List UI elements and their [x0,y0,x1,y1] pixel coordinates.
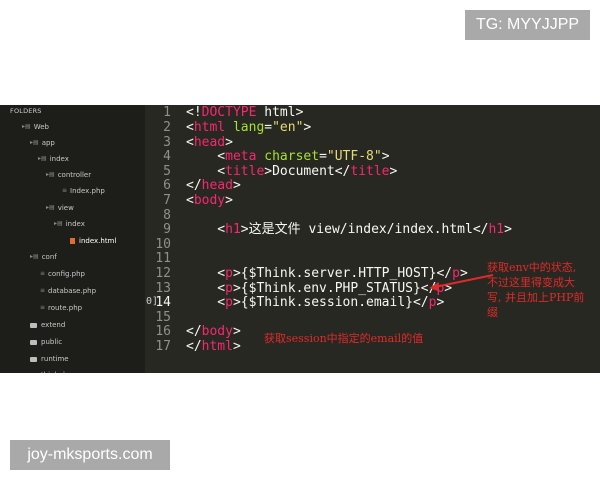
line-number: 17 [155,339,171,354]
tree-item-label: index [65,220,85,228]
folder-icon [30,356,37,362]
tree-item-config-php[interactable]: ≡ config.php [40,268,85,280]
tree-item-label: index [49,155,69,163]
tree-item-label: public [41,338,63,346]
line-number: 11 [155,251,171,267]
line-number: 9 [163,222,171,238]
line-number-current: 14 [155,295,171,311]
line-number: 12 [155,266,171,281]
tree-item-label: app [41,139,55,147]
code-line-14: <p>{$Think.session.email}</p> [186,295,445,311]
line-number: 10 [155,236,171,252]
sidebar: FOLDERS ▸▤ Web ▸▤ app ▸▤ index ▸▤ controller… [0,105,145,373]
line-number: 15 [155,309,171,325]
line-number: 1 [163,105,171,121]
tree-item-route-php[interactable]: ≡ route.php [40,302,82,314]
tree-item-label: index.html [79,237,117,245]
line-number: 5 [163,163,171,179]
code-line-5: <title>Document</title> [186,163,398,179]
tree-item-index-html[interactable]: index.html [70,235,116,247]
html-file-icon [70,238,75,244]
tree-item-app[interactable]: ▸▤ app [30,137,55,149]
code-line-9: <h1>这是文件 view/index/index.html</h1> [186,222,512,238]
tree-item-label: Web [33,123,49,131]
folder-open-icon: ▸▤ [30,139,39,146]
session-annotation: 获取session中指定的email的值 [264,332,424,345]
tree-item-label: conf [41,253,57,261]
line-number: 8 [163,207,171,223]
annotation-line: 缀 [487,306,498,319]
folders-title: FOLDERS [10,107,42,115]
tree-item-runtime[interactable]: runtime [30,353,69,365]
folder-icon [30,372,37,373]
watermark-top: TG: MYYJJPP [465,10,590,40]
tree-item-label: Index.php [70,187,105,195]
tree-item-extend[interactable]: extend [30,319,65,331]
code-line-4: <meta charset="UTF-8"> [186,149,390,165]
line-number: 2 [163,120,171,135]
tree-item-thinkphp[interactable]: thinkphp [30,369,72,373]
tree-item-conf[interactable]: ▸▤ conf [30,251,57,263]
folder-icon [30,322,37,328]
code-line-16: </body> [186,324,241,340]
line-number: 16 [155,324,171,340]
file-icon: ≡ [40,270,46,277]
folder-open-icon: ▸▤ [38,155,47,162]
line-number: 7 [163,193,171,208]
folder-open-icon: ▸▤ [22,123,31,130]
annotation-line: 不过这里得变成大 [487,276,575,289]
watermark-bottom: joy-mksports.com [10,440,170,470]
tree-item-label: view [57,204,74,212]
file-icon: ≡ [40,287,46,294]
tree-item-label: config.php [48,270,85,278]
tree-item-database-php[interactable]: ≡ database.php [40,285,96,297]
code-editor: FOLDERS ▸▤ Web ▸▤ app ▸▤ index ▸▤ controller… [0,105,600,373]
code-line-13: <p>{$Think.env.PHP_STATUS}</p> [186,280,453,296]
tree-item-controller[interactable]: ▸▤ controller [46,169,91,181]
line-number: 4 [163,149,171,165]
tree-item-label: extend [41,321,66,329]
line-number: 3 [163,134,171,150]
line-number-gutter: 1 2 3 4 5 6 7 8 9 10 11 12 13 14 15 16 1… [145,105,177,373]
tree-item-view-index[interactable]: ▸▤ index [54,218,85,230]
file-icon: ≡ [62,187,68,194]
code-line-17: </html> [186,339,241,354]
annotation-line: 写, 并且加上PHP前 [487,291,585,304]
annotation-arrow-icon [429,274,494,291]
code-line-3: <head> [186,134,233,150]
code-line-1: <!DOCTYPE html> [186,105,304,121]
env-annotation: 获取env中的状态, 不过这里得变成大 写, 并且加上PHP前 缀 [487,260,584,320]
tree-item-view[interactable]: ▸▤ view [46,202,74,214]
file-icon: ≡ [40,304,46,311]
tree-item-label: controller [57,171,92,179]
folder-open-icon: ▸▤ [46,171,55,178]
code-line-6: </head> [186,178,241,194]
folder-open-icon: ▸▤ [46,204,55,211]
tree-item-label: route.php [48,304,83,312]
line-number: 13 [155,280,171,296]
tree-item-web[interactable]: ▸▤ Web [22,121,49,133]
tree-item-label: runtime [41,355,69,363]
tree-item-index-php[interactable]: ≡ Index.php [62,185,105,197]
folder-icon [30,339,37,345]
folder-open-icon: ▸▤ [54,220,63,227]
tree-item-index[interactable]: ▸▤ index [38,153,69,165]
tree-item-label: database.php [48,287,97,295]
annotation-line: 获取env中的状态, [487,261,577,274]
tree-item-label: thinkphp [41,369,72,373]
tree-item-public[interactable]: public [30,336,62,348]
line-number: 6 [163,178,171,194]
folder-open-icon: ▸▤ [30,253,39,260]
code-line-7: <body> [186,193,233,208]
code-line-2: <html lang="en"> [186,120,312,135]
